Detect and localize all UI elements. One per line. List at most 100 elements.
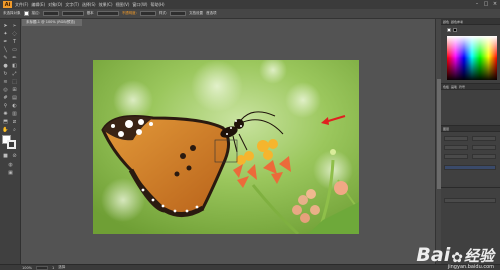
tab-layers[interactable]: 图层	[443, 127, 449, 131]
tab-brushes[interactable]: 画笔	[451, 85, 457, 89]
hand-tool-icon[interactable]: ✋	[2, 127, 9, 133]
stroke-swatch[interactable]	[7, 140, 16, 149]
selection-status: 未选择对象	[3, 11, 21, 15]
menu-effect[interactable]: 效果(C)	[99, 0, 113, 9]
line-tool-icon[interactable]: ╲	[2, 47, 9, 53]
paintbrush-icon[interactable]: ✎	[2, 55, 9, 61]
menu-type[interactable]: 文字(T)	[65, 0, 79, 9]
minimize-icon[interactable]: –	[474, 1, 480, 7]
gradient-tool-icon[interactable]: ▤	[11, 95, 18, 101]
scale-tool-icon[interactable]: ⤢	[11, 71, 18, 77]
maximize-icon[interactable]: □	[483, 1, 489, 7]
prop-field-3[interactable]	[444, 145, 468, 150]
style-field[interactable]	[170, 11, 187, 16]
menu-help[interactable]: 帮助(H)	[150, 0, 164, 9]
zoom-level[interactable]: 100%	[22, 266, 32, 270]
color-spectrum[interactable]	[447, 36, 497, 80]
artboard-number[interactable]: 1	[52, 266, 54, 270]
menu-object[interactable]: 对象(O)	[48, 0, 62, 9]
tools-panel: ➤ ➢ ✦ ◌ ✒ T ╲ ▭ ✎ ✏ ● ◧ ↻ ⤢ ≋ ⬚ ◎ ⊞ # ▤ …	[0, 19, 21, 264]
brush-basic-label: 基本	[86, 11, 94, 15]
color-mode-icon[interactable]: ■	[2, 153, 9, 159]
watermark-brand: Bai	[416, 244, 451, 266]
properties-panel-header: 图层	[441, 126, 500, 132]
shape-builder-icon[interactable]: ◎	[2, 87, 9, 93]
current-tool-status: 选择	[58, 265, 66, 269]
close-icon[interactable]: ×	[492, 1, 498, 7]
document-tab[interactable]: 未标题-1 @ 100% (RGB/预览)	[22, 19, 82, 26]
illustrator-window: Ai 文件(F) 编辑(E) 对象(O) 文字(T) 选择(S) 效果(C) 视…	[0, 0, 500, 270]
window-controls: – □ ×	[474, 1, 498, 7]
selection-tool-icon[interactable]: ➤	[2, 23, 9, 29]
graph-tool-icon[interactable]: ▥	[11, 111, 18, 117]
blob-brush-icon[interactable]: ●	[2, 63, 9, 69]
menu-file[interactable]: 文件(F)	[15, 0, 28, 9]
opacity-label[interactable]: 不透明度:	[122, 11, 137, 16]
butterfly-photo	[93, 60, 359, 234]
document-setup-button[interactable]: 文档设置	[189, 11, 203, 16]
properties-panel: 图层	[441, 125, 500, 185]
lasso-icon[interactable]: ◌	[11, 31, 18, 37]
fill-mini-swatch[interactable]	[447, 28, 451, 32]
slice-tool-icon[interactable]: ⧄	[11, 119, 18, 125]
screen-mode-icon[interactable]: ▣	[7, 170, 14, 176]
zoom-tool-icon[interactable]: ⌕	[11, 127, 18, 133]
prop-field-4[interactable]	[472, 145, 496, 150]
baidu-watermark: Bai ✿ 经验 jingyan.baidu.com	[416, 244, 494, 270]
color-panel-header: 颜色 颜色参考	[441, 19, 500, 25]
eraser-icon[interactable]: ◧	[11, 63, 18, 69]
tab-swatches[interactable]: 色板	[443, 85, 449, 89]
stroke-label: 描边:	[31, 11, 40, 15]
stroke-mini-swatch[interactable]	[453, 28, 457, 32]
menu-view[interactable]: 视图(V)	[116, 0, 130, 9]
swatches-panel: 色板 画笔 符号	[441, 83, 500, 123]
prop-field-6[interactable]	[472, 154, 496, 159]
selected-layer-row[interactable]	[444, 165, 496, 170]
watermark-brand-2: 经验	[463, 247, 494, 265]
prop-field-1[interactable]	[444, 136, 468, 141]
rectangle-tool-icon[interactable]: ▭	[11, 47, 18, 53]
menu-window[interactable]: 窗口(W)	[132, 0, 147, 9]
swatches-panel-header: 色板 画笔 符号	[441, 84, 500, 90]
symbol-sprayer-icon[interactable]: ✺	[2, 111, 9, 117]
magic-wand-icon[interactable]: ✦	[2, 31, 9, 37]
color-panel: 颜色 颜色参考	[441, 19, 500, 81]
right-panel-dock: 颜色 颜色参考 色板 画笔 符号 图层	[441, 19, 500, 264]
app-logo: Ai	[3, 1, 12, 8]
artboard-tool-icon[interactable]: ⬒	[2, 119, 9, 125]
opacity-field[interactable]	[139, 11, 156, 16]
free-transform-icon[interactable]: ⬚	[11, 79, 18, 85]
none-mode-icon[interactable]: ⊘	[11, 153, 18, 159]
eyedropper-icon[interactable]: ⚲	[2, 103, 9, 109]
type-tool-icon[interactable]: T	[11, 39, 18, 45]
canvas-area[interactable]	[21, 26, 435, 264]
placed-image-butterfly[interactable]	[93, 60, 359, 234]
tab-symbols[interactable]: 符号	[459, 85, 465, 89]
fill-color-swatch[interactable]	[23, 11, 29, 16]
menu-bar: Ai 文件(F) 编辑(E) 对象(O) 文字(T) 选择(S) 效果(C) 视…	[0, 0, 500, 9]
tab-color[interactable]: 颜色	[443, 20, 449, 24]
artboard-navigator[interactable]	[36, 265, 49, 270]
prop-field-5[interactable]	[444, 154, 468, 159]
style-label: 样式:	[158, 11, 168, 15]
watermark-url: jingyan.baidu.com	[447, 264, 494, 270]
variable-width-field[interactable]	[61, 11, 84, 16]
preferences-button[interactable]: 首选项	[206, 11, 217, 16]
blend-tool-icon[interactable]: ◐	[11, 103, 18, 109]
pen-tool-icon[interactable]: ✒	[2, 39, 9, 45]
pencil-icon[interactable]: ✏	[11, 55, 18, 61]
menu-edit[interactable]: 编辑(E)	[31, 0, 45, 9]
menu-select[interactable]: 选择(S)	[82, 0, 96, 9]
rotate-tool-icon[interactable]: ↻	[2, 71, 9, 77]
draw-mode-icon[interactable]: ◍	[7, 162, 14, 168]
tab-color-guide[interactable]: 颜色参考	[451, 20, 463, 24]
brush-definition-field[interactable]	[96, 11, 119, 16]
direct-selection-tool-icon[interactable]: ➢	[11, 23, 18, 29]
width-tool-icon[interactable]: ≋	[2, 79, 9, 85]
control-bar: 未选择对象 描边: 基本 不透明度: 样式: 文档设置 首选项	[0, 9, 500, 19]
mesh-tool-icon[interactable]: #	[2, 95, 9, 101]
prop-field-2[interactable]	[472, 136, 496, 141]
layer-row[interactable]	[444, 198, 496, 203]
stroke-weight-field[interactable]	[42, 11, 59, 16]
perspective-grid-icon[interactable]: ⊞	[11, 87, 18, 93]
